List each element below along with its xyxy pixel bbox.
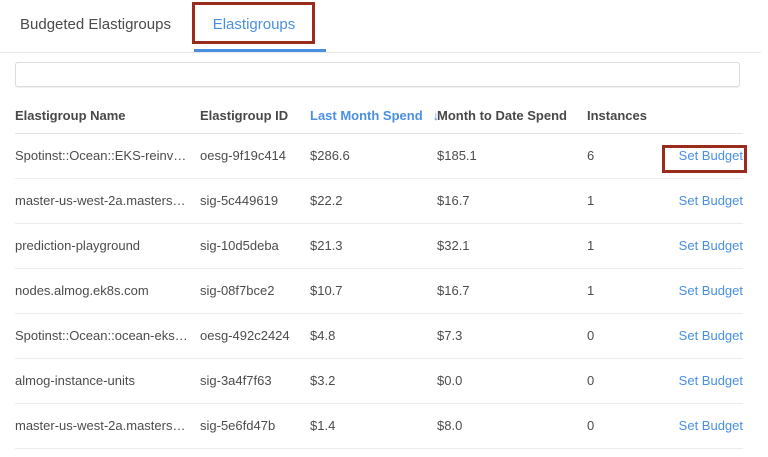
- elastigroup-id-cell: sig-5c449619: [200, 178, 310, 223]
- instances-cell: 0: [587, 313, 673, 358]
- month-to-date-spend-cell: $16.7: [437, 268, 587, 313]
- month-to-date-spend-cell: $32.1: [437, 223, 587, 268]
- instances-cell: 1: [587, 268, 673, 313]
- table-row: master-us-west-2a.masters… sig-5c449619 …: [15, 178, 743, 223]
- column-header-elastigroup-name[interactable]: Elastigroup Name: [15, 98, 200, 133]
- elastigroup-id-cell: sig-3a4f7f63: [200, 358, 310, 403]
- elastigroup-name-cell: Spotinst::Ocean::ocean-eks…: [15, 313, 200, 358]
- last-month-spend-cell: $286.6: [310, 133, 437, 178]
- instances-cell: 0: [587, 403, 673, 448]
- action-cell: Set Budget: [673, 358, 743, 403]
- column-header-last-month-spend[interactable]: Last Month Spend↓: [310, 98, 437, 133]
- tab-budgeted-elastigroups[interactable]: Budgeted Elastigroups: [20, 14, 171, 36]
- set-budget-link[interactable]: Set Budget: [679, 238, 743, 253]
- action-cell: Set Budget: [673, 268, 743, 313]
- table-row: master-us-west-2a.masters… sig-5e6fd47b …: [15, 403, 743, 448]
- column-header-instances[interactable]: Instances: [587, 98, 673, 133]
- set-budget-link[interactable]: Set Budget: [679, 193, 743, 208]
- elastigroup-name-cell: Spotinst::Ocean::EKS-reinv…: [15, 133, 200, 178]
- last-month-spend-cell: $3.2: [310, 358, 437, 403]
- action-cell: Set Budget: [673, 313, 743, 358]
- elastigroup-id-cell: sig-08f7bce2: [200, 268, 310, 313]
- instances-cell: 1: [587, 178, 673, 223]
- action-cell: Set Budget: [673, 403, 743, 448]
- month-to-date-spend-cell: $185.1: [437, 133, 587, 178]
- last-month-spend-cell: $1.4: [310, 403, 437, 448]
- last-month-spend-cell: $10.7: [310, 268, 437, 313]
- instances-cell: 0: [587, 358, 673, 403]
- elastigroup-name-cell: almog-instance-units: [15, 358, 200, 403]
- column-header-actions: [673, 98, 743, 133]
- elastigroup-name-cell: nodes.almog.ek8s.com: [15, 268, 200, 313]
- elastigroup-budget-page: Budgeted Elastigroups Elastigroups Elast…: [0, 0, 768, 457]
- table-row: prediction-playground sig-10d5deba $21.3…: [15, 223, 743, 268]
- elastigroup-name-cell: master-us-west-2a.masters…: [15, 403, 200, 448]
- filter-input[interactable]: [15, 62, 740, 87]
- instances-cell: 1: [587, 223, 673, 268]
- elastigroup-id-cell: sig-5e6fd47b: [200, 403, 310, 448]
- action-cell: Set Budget: [673, 178, 743, 223]
- elastigroup-table: Elastigroup Name Elastigroup ID Last Mon…: [15, 98, 743, 449]
- action-cell: Set Budget: [673, 223, 743, 268]
- table-row: nodes.almog.ek8s.com sig-08f7bce2 $10.7 …: [15, 268, 743, 313]
- elastigroup-name-cell: master-us-west-2a.masters…: [15, 178, 200, 223]
- set-budget-link[interactable]: Set Budget: [679, 283, 743, 298]
- month-to-date-spend-cell: $0.0: [437, 358, 587, 403]
- set-budget-link[interactable]: Set Budget: [679, 328, 743, 343]
- table-row: Spotinst::Ocean::EKS-reinv… oesg-9f19c41…: [15, 133, 743, 178]
- tabbar-divider: [0, 52, 761, 53]
- table-row: Spotinst::Ocean::ocean-eks… oesg-492c242…: [15, 313, 743, 358]
- set-budget-link[interactable]: Set Budget: [679, 148, 743, 163]
- elastigroup-id-cell: sig-10d5deba: [200, 223, 310, 268]
- last-month-spend-cell: $22.2: [310, 178, 437, 223]
- elastigroup-id-cell: oesg-492c2424: [200, 313, 310, 358]
- set-budget-link[interactable]: Set Budget: [679, 373, 743, 388]
- last-month-spend-cell: $21.3: [310, 223, 437, 268]
- instances-cell: 6: [587, 133, 673, 178]
- table-header-row: Elastigroup Name Elastigroup ID Last Mon…: [15, 98, 743, 133]
- action-cell: Set Budget: [673, 133, 743, 178]
- table-row: almog-instance-units sig-3a4f7f63 $3.2 $…: [15, 358, 743, 403]
- month-to-date-spend-cell: $16.7: [437, 178, 587, 223]
- elastigroup-name-cell: prediction-playground: [15, 223, 200, 268]
- last-month-spend-cell: $4.8: [310, 313, 437, 358]
- month-to-date-spend-cell: $7.3: [437, 313, 587, 358]
- active-tab-indicator: [194, 49, 326, 52]
- column-header-elastigroup-id[interactable]: Elastigroup ID: [200, 98, 310, 133]
- set-budget-link[interactable]: Set Budget: [679, 418, 743, 433]
- column-header-month-to-date-spend[interactable]: Month to Date Spend: [437, 98, 587, 133]
- elastigroup-id-cell: oesg-9f19c414: [200, 133, 310, 178]
- column-header-last-month-spend-label: Last Month Spend: [310, 108, 423, 123]
- month-to-date-spend-cell: $8.0: [437, 403, 587, 448]
- tab-elastigroups[interactable]: Elastigroups: [193, 14, 315, 36]
